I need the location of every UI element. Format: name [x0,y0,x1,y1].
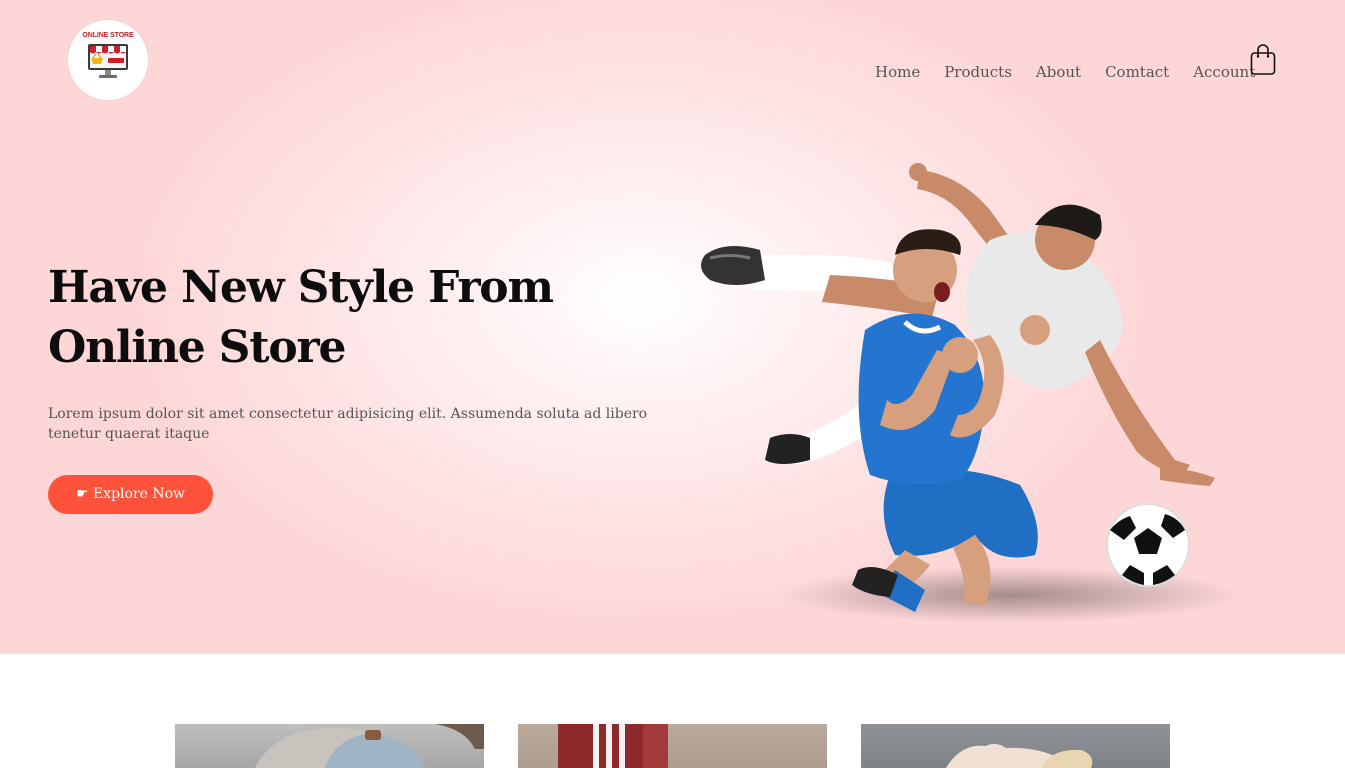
shopping-bag-icon [1250,44,1276,75]
nav-home[interactable]: Home [875,62,920,82]
hero-section: ONLINE STORE Home Products About Comtact… [0,0,1345,654]
product-image-3 [946,743,1093,768]
product-card[interactable] [861,724,1170,768]
nav-contact[interactable]: Comtact [1105,62,1169,82]
cart-button[interactable] [1250,44,1276,76]
product-image-2 [558,724,668,768]
product-card[interactable] [175,724,484,768]
nav-account[interactable]: Account [1193,62,1255,82]
soccer-players-image [701,163,1240,623]
storefront-monitor-icon [88,44,128,78]
store-logo[interactable]: ONLINE STORE [68,20,148,100]
nav-products[interactable]: Products [944,62,1012,82]
explore-now-button[interactable]: ☛ Explore Now [48,475,213,514]
hero-title: Have New Style From Online Store [48,262,554,373]
hero-subtitle: Lorem ipsum dolor sit amet consectetur a… [48,406,648,442]
nav-about[interactable]: About [1036,62,1081,82]
product-image-1 [255,724,484,768]
product-card[interactable] [518,724,827,768]
main-nav: Home Products About Comtact Account [875,62,1279,82]
